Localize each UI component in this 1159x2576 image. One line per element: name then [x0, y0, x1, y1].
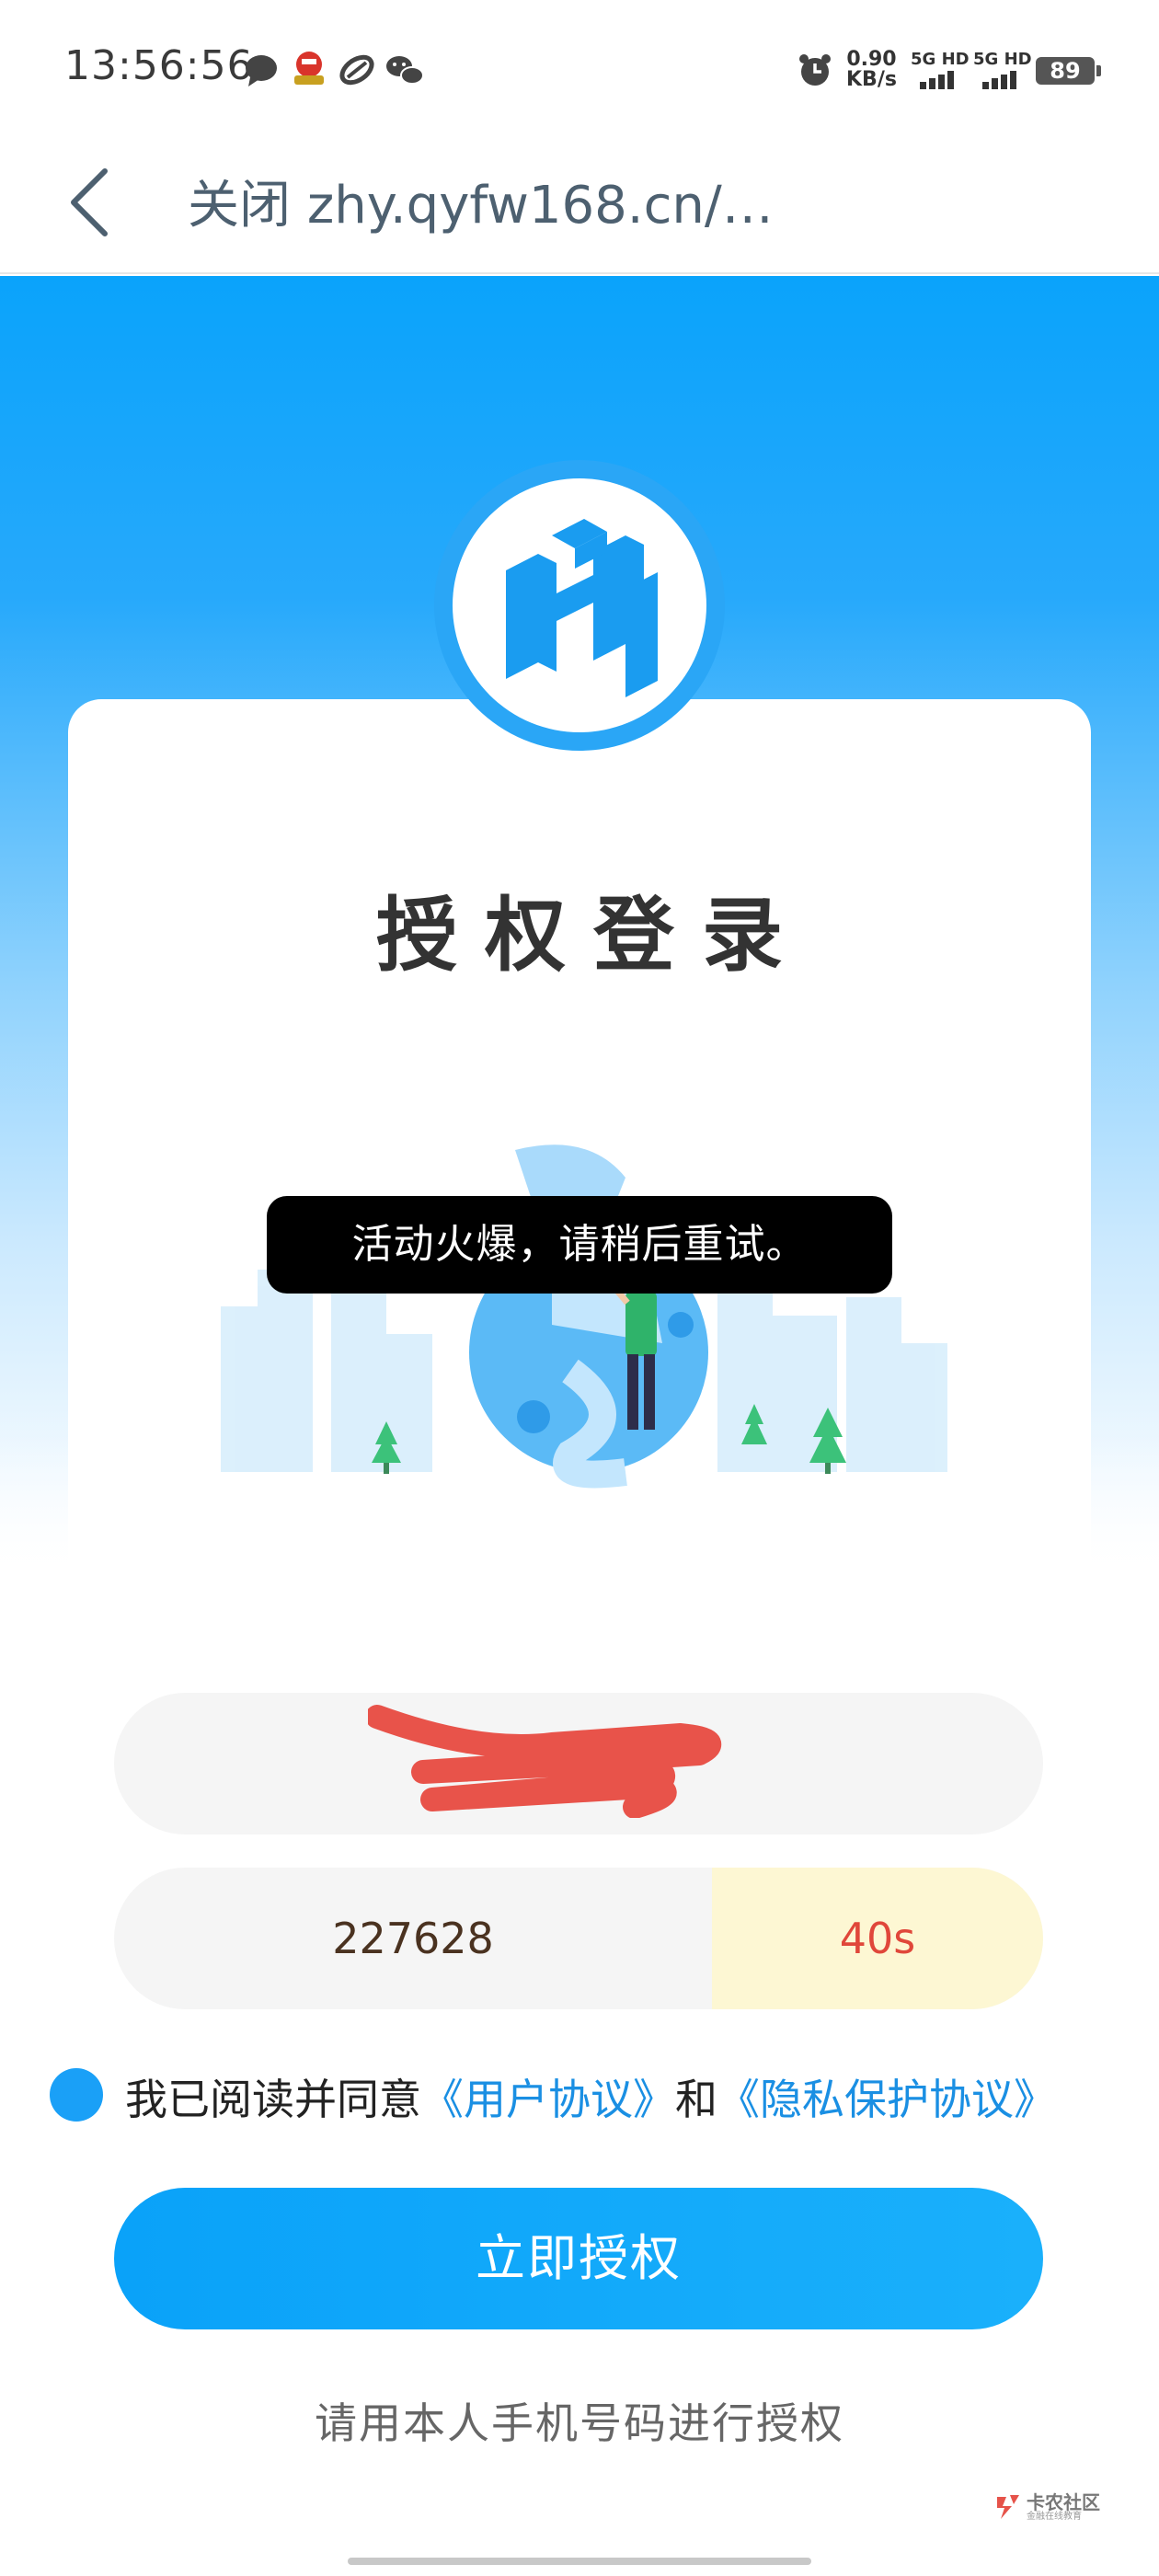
- signal-bars-icon: [982, 71, 1016, 89]
- net-speed-unit: KB/s: [846, 68, 897, 91]
- agreement-text: 我已阅读并同意《用户协议》和《隐私保护协议》: [125, 2066, 1056, 2127]
- signal-2-label: 5G HD: [973, 50, 1032, 69]
- sms-code-input[interactable]: 227628: [114, 1868, 712, 2009]
- hint-text: 请用本人手机号码进行授权: [315, 2398, 844, 2448]
- home-indicator[interactable]: [348, 2558, 811, 2565]
- agree-prefix: 我已阅读并同意: [125, 2075, 421, 2124]
- page-url: zhy.qyfw168.cn/…: [306, 176, 774, 236]
- wechat-icon: [386, 56, 424, 85]
- battery-indicator: 89: [1036, 57, 1101, 85]
- authorize-button[interactable]: 立即授权: [114, 2188, 1043, 2329]
- agreement-row: 我已阅读并同意《用户协议》和《隐私保护协议》: [50, 2057, 1135, 2131]
- status-bar: 13:56:56 0.90 KB/s 5G HD 5G HD 89: [0, 0, 1159, 138]
- user-agreement-link[interactable]: 《用户协议》: [421, 2075, 675, 2124]
- alarm-icon: [799, 54, 831, 86]
- signal-1: 5G HD: [911, 50, 970, 94]
- chevron-left-icon[interactable]: [64, 166, 112, 239]
- status-time: 13:56:56: [64, 42, 254, 89]
- nav-title: 关闭 zhy.qyfw168.cn/…: [188, 164, 774, 238]
- page-title: 授权登录: [375, 888, 810, 983]
- signal-bars-icon: [920, 71, 954, 89]
- watermark: 卡农社区 金融在线教育: [993, 2488, 1113, 2524]
- signal-1-label: 5G HD: [911, 50, 970, 69]
- message-icon: [246, 55, 277, 86]
- close-button[interactable]: 关闭: [188, 176, 291, 236]
- redaction-scribble: [368, 1705, 722, 1818]
- agree-and: 和: [675, 2075, 717, 2124]
- hh-logo-icon: [506, 519, 658, 697]
- app-icon: [294, 52, 324, 85]
- watermark-logo-icon: [997, 2495, 1019, 2519]
- net-speed: 0.90 KB/s: [846, 50, 897, 90]
- agree-checkbox[interactable]: [50, 2068, 103, 2122]
- code-input-group: 227628 40s: [114, 1868, 1043, 2009]
- privacy-agreement-link[interactable]: 《隐私保护协议》: [717, 2075, 1056, 2124]
- link-icon: [339, 54, 374, 86]
- signal-2: 5G HD: [973, 50, 1032, 94]
- toast-message: 活动火爆，请稍后重试。: [267, 1196, 892, 1294]
- net-speed-value: 0.90: [846, 48, 897, 71]
- countdown-button[interactable]: 40s: [712, 1868, 1043, 2009]
- watermark-subtext: 金融在线教育: [1027, 2512, 1082, 2522]
- page: 13:56:56 0.90 KB/s 5G HD 5G HD 89 关闭 zhy…: [0, 0, 1159, 2576]
